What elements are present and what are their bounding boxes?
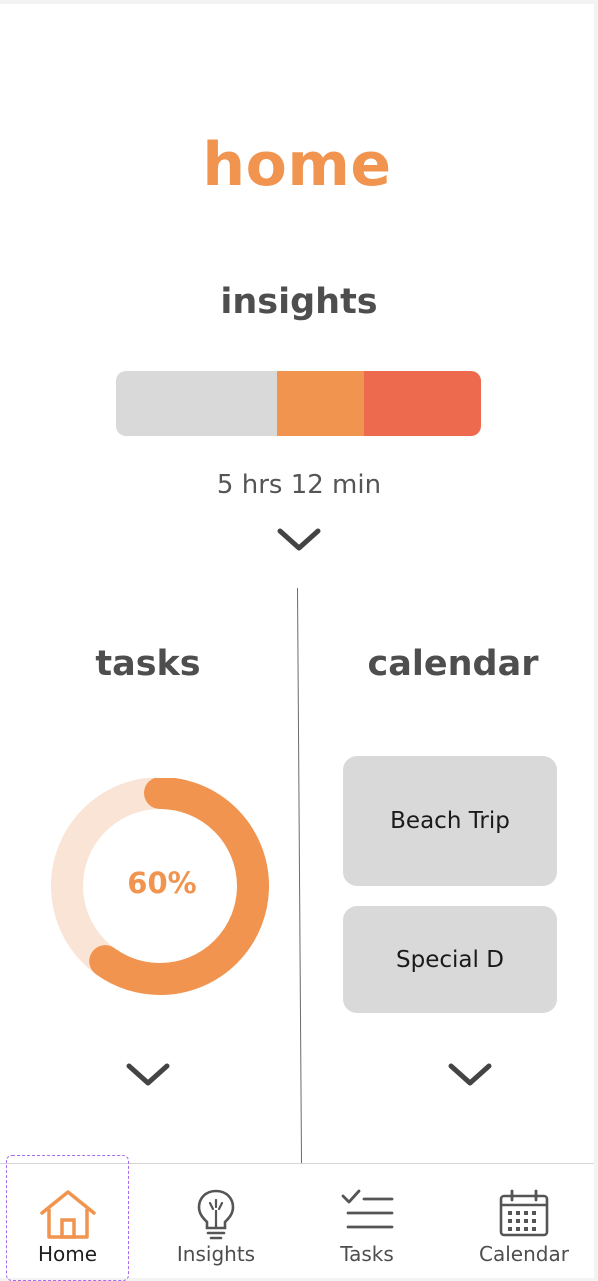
insights-title[interactable]: insights: [0, 282, 598, 322]
nav-label-tasks: Tasks: [340, 1242, 394, 1266]
nav-item-calendar[interactable]: Calendar: [462, 1164, 586, 1279]
calendar-icon: [498, 1188, 550, 1242]
nav-label-calendar: Calendar: [479, 1242, 569, 1266]
home-icon: [39, 1188, 97, 1244]
checklist-icon: [340, 1188, 394, 1238]
insights-total-time: 5 hrs 12 min: [216, 470, 382, 500]
lightbulb-icon: [196, 1188, 236, 1244]
nav-item-insights[interactable]: Insights: [156, 1164, 276, 1279]
nav-label-insights: Insights: [176, 1242, 256, 1266]
section-divider: [297, 588, 303, 1164]
tasks-expand-chevron-icon[interactable]: [125, 1062, 171, 1088]
bottom-nav-bar: Home Insights Tasks Calendar: [0, 1155, 594, 1281]
nav-item-home[interactable]: Home: [6, 1164, 129, 1279]
insights-time-bar[interactable]: [116, 371, 481, 436]
calendar-expand-chevron-icon[interactable]: [447, 1062, 493, 1088]
insights-bar-segment-2: [276, 371, 365, 436]
tasks-progress-label: 60%: [127, 866, 197, 900]
insights-bar-segment-3: [364, 371, 481, 436]
nav-label-home: Home: [37, 1242, 98, 1266]
tasks-title[interactable]: tasks: [48, 644, 248, 684]
calendar-event-card[interactable]: Beach Trip: [343, 756, 557, 886]
page-title: home: [202, 130, 392, 200]
home-screen: home insights 5 hrs 12 min tasks 60% cal…: [0, 4, 594, 1281]
insights-expand-chevron-icon[interactable]: [276, 527, 322, 553]
calendar-event-card[interactable]: Special D: [343, 906, 557, 1013]
calendar-title[interactable]: calendar: [340, 644, 566, 684]
insights-bar-segment-1: [116, 371, 277, 436]
nav-item-tasks[interactable]: Tasks: [312, 1164, 422, 1279]
